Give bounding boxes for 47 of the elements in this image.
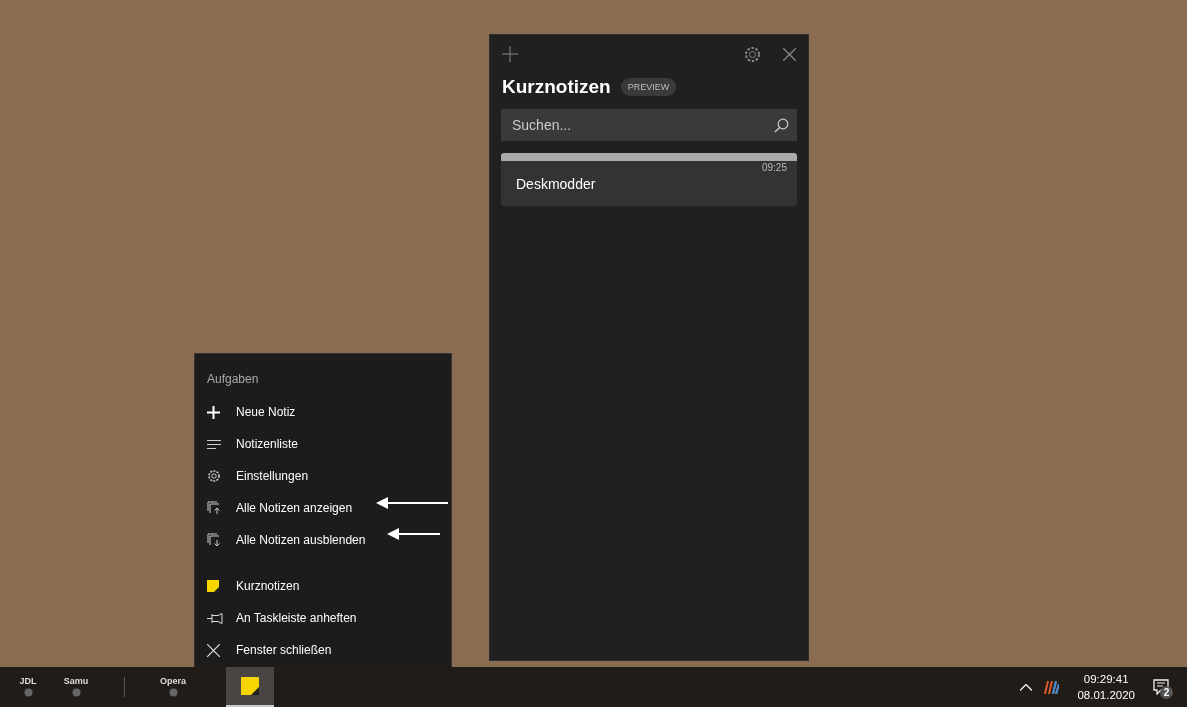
menu-item[interactable]: Notizenliste: [195, 428, 451, 460]
note-text: Deskmodder: [516, 176, 597, 192]
section-heading: Aufgaben: [207, 372, 259, 386]
windows-down-icon: [207, 533, 222, 547]
sticky-note-icon: [241, 677, 259, 695]
taskbar-button[interactable]: Opera: [149, 667, 197, 707]
pin-icon: [207, 612, 223, 624]
menu-item[interactable]: Alle Notizen anzeigen: [195, 492, 451, 524]
settings-button[interactable]: [744, 45, 761, 63]
app-title: Kurznotizen: [502, 76, 611, 98]
annotation-arrow: [376, 497, 448, 509]
note-time: 09:25: [761, 162, 787, 173]
app-icon: [71, 687, 81, 697]
menu-item[interactable]: An Taskleiste anheften: [195, 602, 451, 634]
close-button[interactable]: [783, 47, 796, 61]
sticky-note-icon: [207, 580, 219, 592]
taskbar-button[interactable]: JDL: [4, 667, 52, 707]
plus-icon: [502, 46, 518, 62]
close-icon: [207, 643, 220, 657]
clock-time: 09:29:41: [1083, 673, 1129, 685]
windows-up-icon: [207, 501, 222, 515]
settings-icon: [744, 45, 761, 63]
chevron-up-icon[interactable]: [1020, 683, 1033, 691]
notification-button[interactable]: 2: [1153, 679, 1169, 695]
preview-badge: PREVIEW: [620, 78, 677, 96]
app-icon: [23, 687, 33, 697]
taskbar-button[interactable]: [226, 667, 274, 707]
annotation-arrow: [387, 528, 440, 540]
close-icon: [783, 47, 796, 61]
menu-item[interactable]: Alle Notizen ausblenden: [195, 524, 451, 556]
menu-item[interactable]: Fenster schließen: [195, 634, 451, 666]
message-icon: [1153, 679, 1169, 695]
app-icon: [168, 687, 178, 697]
lines-icon: [207, 439, 221, 449]
menu-item[interactable]: Kurznotizen: [195, 570, 451, 602]
note-card[interactable]: 09:25 Deskmodder: [501, 153, 797, 206]
striped-logo-icon[interactable]: [1044, 680, 1060, 694]
clock-date: 08.01.2020: [1077, 689, 1135, 701]
menu-item[interactable]: Neue Notiz: [195, 396, 451, 428]
plus-icon: [207, 405, 220, 419]
menu-item[interactable]: Einstellungen: [195, 460, 451, 492]
clock[interactable]: 09:29:41 08.01.2020: [1077, 673, 1135, 701]
search-field[interactable]: Suchen...: [501, 109, 797, 141]
taskbar-button[interactable]: Samu: [52, 667, 100, 707]
notification-count: 2: [1160, 686, 1173, 699]
search-icon: [774, 118, 789, 133]
settings-icon: [207, 469, 221, 483]
